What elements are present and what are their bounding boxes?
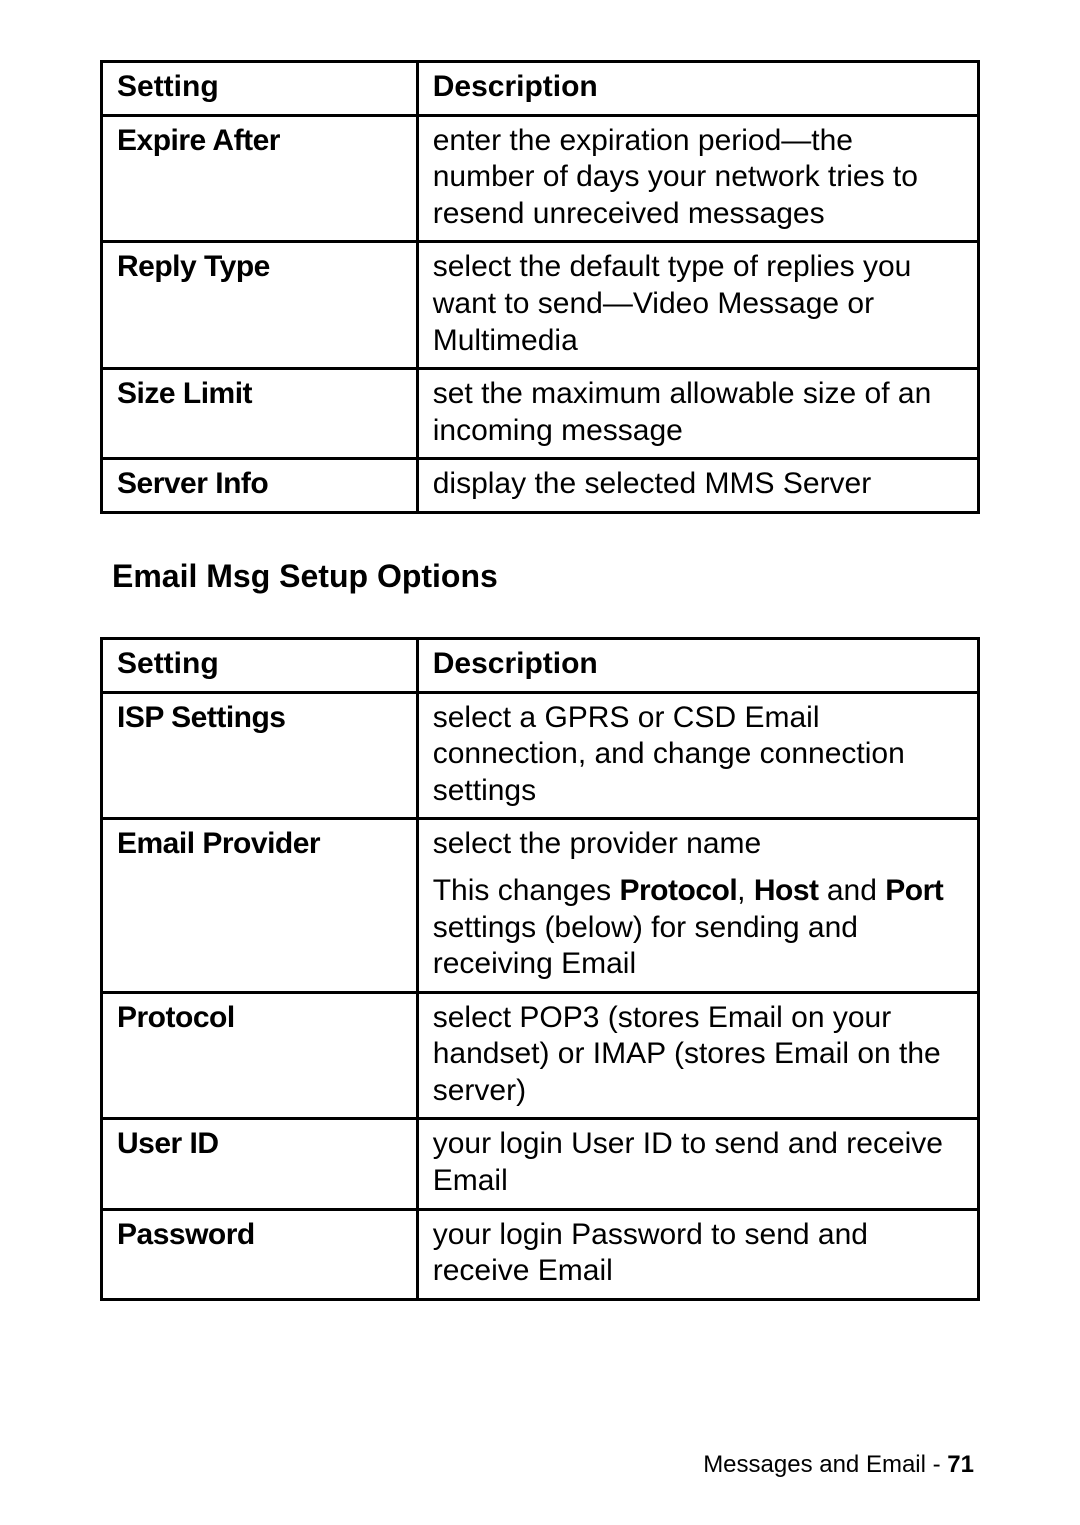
table-row: ISP Settings select a GPRS or CSD Email … <box>102 692 979 819</box>
setting-description: set the maximum allowable size of an inc… <box>417 369 978 459</box>
bold-term-protocol: Protocol <box>620 874 738 907</box>
page-footer: Messages and Email - 71 <box>703 1451 974 1479</box>
description-line: This changes Protocol, Host and Port set… <box>433 873 963 983</box>
setting-name: User ID <box>102 1119 418 1209</box>
setting-name: Password <box>102 1209 418 1299</box>
bold-term-host: Host <box>754 874 819 907</box>
mms-settings-table: Setting Description Expire After enter t… <box>100 60 980 514</box>
setting-name: Reply Type <box>102 242 418 369</box>
table-row: Protocol select POP3 (stores Email on yo… <box>102 992 979 1119</box>
text: , <box>737 874 754 907</box>
table-row: Expire After enter the expiration period… <box>102 115 979 242</box>
setting-description: select POP3 (stores Email on your handse… <box>417 992 978 1119</box>
setting-name: Expire After <box>102 115 418 242</box>
table-header-row: Setting Description <box>102 638 979 692</box>
header-setting: Setting <box>102 638 418 692</box>
description-line: select the provider name <box>433 826 963 863</box>
setting-description: display the selected MMS Server <box>417 459 978 513</box>
header-description: Description <box>417 62 978 116</box>
footer-separator: - <box>926 1451 947 1478</box>
setting-name: Protocol <box>102 992 418 1119</box>
table-row: Size Limit set the maximum allowable siz… <box>102 369 979 459</box>
setting-description: your login Password to send and receive … <box>417 1209 978 1299</box>
table-row: Password your login Password to send and… <box>102 1209 979 1299</box>
text: This changes <box>433 874 620 907</box>
setting-description: your login User ID to send and receive E… <box>417 1119 978 1209</box>
setting-description: enter the expiration period—the number o… <box>417 115 978 242</box>
manual-page: Setting Description Expire After enter t… <box>0 0 1080 1525</box>
text: and <box>819 874 886 907</box>
header-description: Description <box>417 638 978 692</box>
section-heading-email-setup: Email Msg Setup Options <box>112 558 980 595</box>
setting-name: Size Limit <box>102 369 418 459</box>
setting-description: select the provider name This changes Pr… <box>417 819 978 992</box>
text: settings (below) for sending and receivi… <box>433 911 858 981</box>
header-setting: Setting <box>102 62 418 116</box>
setting-description: select the default type of replies you w… <box>417 242 978 369</box>
table-row: Email Provider select the provider name … <box>102 819 979 992</box>
table-row: Reply Type select the default type of re… <box>102 242 979 369</box>
table-row: Server Info display the selected MMS Ser… <box>102 459 979 513</box>
email-settings-table: Setting Description ISP Settings select … <box>100 637 980 1301</box>
setting-name: Server Info <box>102 459 418 513</box>
bold-term-port: Port <box>885 874 943 907</box>
setting-description: select a GPRS or CSD Email connection, a… <box>417 692 978 819</box>
footer-section-name: Messages and Email <box>703 1451 926 1478</box>
page-number: 71 <box>947 1451 974 1478</box>
table-header-row: Setting Description <box>102 62 979 116</box>
setting-name: ISP Settings <box>102 692 418 819</box>
setting-name: Email Provider <box>102 819 418 992</box>
table-row: User ID your login User ID to send and r… <box>102 1119 979 1209</box>
